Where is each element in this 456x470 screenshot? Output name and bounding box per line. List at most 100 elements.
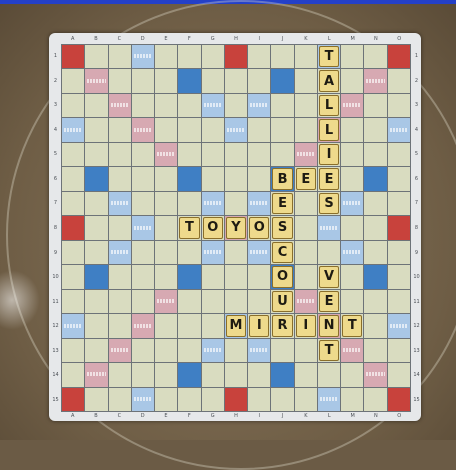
board-square-N10[interactable] bbox=[364, 265, 387, 289]
board-square-B14[interactable] bbox=[85, 363, 108, 387]
board-square-M14[interactable] bbox=[341, 363, 364, 387]
board-square-O13[interactable] bbox=[387, 338, 410, 363]
board-square-C3[interactable] bbox=[108, 93, 131, 118]
board-square-E3[interactable] bbox=[155, 93, 178, 118]
board-square-M5[interactable] bbox=[341, 142, 364, 167]
board-square-G4[interactable] bbox=[201, 118, 224, 142]
board-square-J7[interactable]: E bbox=[271, 191, 294, 216]
board-square-G3[interactable] bbox=[201, 93, 224, 118]
board-square-D4[interactable] bbox=[131, 118, 155, 142]
letter-tile[interactable]: T bbox=[179, 217, 200, 239]
board-square-C2[interactable] bbox=[108, 69, 131, 93]
board-square-I10[interactable] bbox=[248, 265, 271, 289]
board-square-N9[interactable] bbox=[364, 240, 387, 265]
board-square-I8[interactable]: O bbox=[248, 216, 271, 240]
board-square-J2[interactable] bbox=[271, 69, 294, 93]
board-square-O9[interactable] bbox=[387, 240, 410, 265]
letter-tile[interactable]: I bbox=[318, 143, 340, 166]
board-square-K6[interactable]: E bbox=[294, 167, 317, 191]
board-square-L4[interactable]: L bbox=[317, 118, 341, 142]
board-square-O7[interactable] bbox=[387, 191, 410, 216]
letter-tile[interactable]: E bbox=[318, 168, 340, 190]
board-square-N15[interactable] bbox=[364, 387, 387, 411]
letter-tile[interactable]: N bbox=[318, 315, 340, 337]
board-square-D8[interactable] bbox=[131, 216, 155, 240]
board-square-O14[interactable] bbox=[387, 363, 410, 387]
board-square-E13[interactable] bbox=[155, 338, 178, 363]
board-square-I1[interactable] bbox=[248, 45, 271, 69]
board-square-E10[interactable] bbox=[155, 265, 178, 289]
board-square-D15[interactable] bbox=[131, 387, 155, 411]
board-square-E15[interactable] bbox=[155, 387, 178, 411]
board-square-L9[interactable] bbox=[317, 240, 341, 265]
board-square-L12[interactable]: N bbox=[317, 314, 341, 338]
letter-tile[interactable]: T bbox=[318, 46, 340, 68]
board-square-H1[interactable] bbox=[224, 45, 248, 69]
board-square-N12[interactable] bbox=[364, 314, 387, 338]
board-square-D9[interactable] bbox=[131, 240, 155, 265]
board-square-M12[interactable]: T bbox=[341, 314, 364, 338]
board-square-L1[interactable]: T bbox=[317, 45, 341, 69]
board-square-D11[interactable] bbox=[131, 289, 155, 314]
board-square-B8[interactable] bbox=[85, 216, 108, 240]
letter-tile[interactable]: U bbox=[272, 290, 293, 313]
board-square-J6[interactable]: B bbox=[271, 167, 294, 191]
board-square-L13[interactable]: T bbox=[317, 338, 341, 363]
board-square-E8[interactable] bbox=[155, 216, 178, 240]
board-square-I14[interactable] bbox=[248, 363, 271, 387]
board-square-K2[interactable] bbox=[294, 69, 317, 93]
board-square-G6[interactable] bbox=[201, 167, 224, 191]
board-square-B12[interactable] bbox=[85, 314, 108, 338]
board-square-O15[interactable] bbox=[387, 387, 410, 411]
board-square-D14[interactable] bbox=[131, 363, 155, 387]
board-square-C6[interactable] bbox=[108, 167, 131, 191]
board-square-F8[interactable]: T bbox=[178, 216, 201, 240]
letter-tile[interactable]: E bbox=[318, 290, 340, 313]
board-square-H7[interactable] bbox=[224, 191, 248, 216]
board-square-F6[interactable] bbox=[178, 167, 201, 191]
board-square-H8[interactable]: Y bbox=[224, 216, 248, 240]
board-square-N7[interactable] bbox=[364, 191, 387, 216]
board-square-A3[interactable] bbox=[62, 93, 85, 118]
board-square-H4[interactable] bbox=[224, 118, 248, 142]
board-square-D7[interactable] bbox=[131, 191, 155, 216]
board-square-A2[interactable] bbox=[62, 69, 85, 93]
board-square-L3[interactable]: L bbox=[317, 93, 341, 118]
board-square-B1[interactable] bbox=[85, 45, 108, 69]
board-grid[interactable]: TALLIBEEESTOYOSCOVUEMIRINTT bbox=[61, 44, 411, 412]
board-square-C15[interactable] bbox=[108, 387, 131, 411]
letter-tile[interactable]: E bbox=[272, 192, 293, 215]
board-square-I11[interactable] bbox=[248, 289, 271, 314]
board-square-I6[interactable] bbox=[248, 167, 271, 191]
board-square-O1[interactable] bbox=[387, 45, 410, 69]
board-square-G15[interactable] bbox=[201, 387, 224, 411]
board-square-B6[interactable] bbox=[85, 167, 108, 191]
letter-tile[interactable]: O bbox=[249, 217, 270, 239]
board-square-F4[interactable] bbox=[178, 118, 201, 142]
board-square-A1[interactable] bbox=[62, 45, 85, 69]
board-square-J9[interactable]: C bbox=[271, 240, 294, 265]
board-square-D12[interactable] bbox=[131, 314, 155, 338]
board-square-M8[interactable] bbox=[341, 216, 364, 240]
board-square-K7[interactable] bbox=[294, 191, 317, 216]
board-square-H9[interactable] bbox=[224, 240, 248, 265]
board-square-C7[interactable] bbox=[108, 191, 131, 216]
board-square-B3[interactable] bbox=[85, 93, 108, 118]
board-square-J5[interactable] bbox=[271, 142, 294, 167]
board-square-F15[interactable] bbox=[178, 387, 201, 411]
letter-tile[interactable]: S bbox=[318, 192, 340, 215]
board-square-N4[interactable] bbox=[364, 118, 387, 142]
board-square-H12[interactable]: M bbox=[224, 314, 248, 338]
board-square-O6[interactable] bbox=[387, 167, 410, 191]
board-square-G11[interactable] bbox=[201, 289, 224, 314]
board-square-K14[interactable] bbox=[294, 363, 317, 387]
board-square-A10[interactable] bbox=[62, 265, 85, 289]
board-square-N14[interactable] bbox=[364, 363, 387, 387]
board-square-I15[interactable] bbox=[248, 387, 271, 411]
board-square-H14[interactable] bbox=[224, 363, 248, 387]
board-square-J13[interactable] bbox=[271, 338, 294, 363]
board-square-G1[interactable] bbox=[201, 45, 224, 69]
board-square-E5[interactable] bbox=[155, 142, 178, 167]
board-square-F13[interactable] bbox=[178, 338, 201, 363]
board-square-K1[interactable] bbox=[294, 45, 317, 69]
